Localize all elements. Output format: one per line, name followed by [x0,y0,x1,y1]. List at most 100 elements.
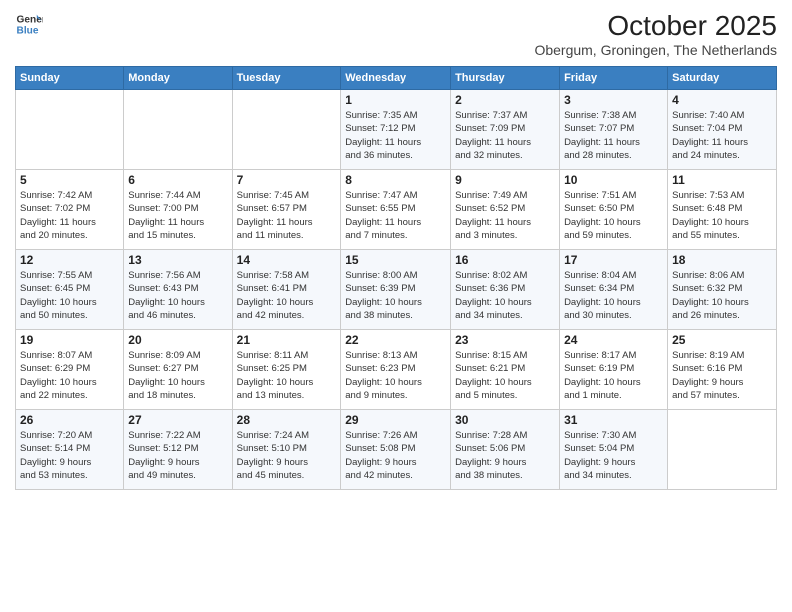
day-info: Sunrise: 7:44 AM Sunset: 7:00 PM Dayligh… [128,189,227,242]
day-number: 21 [237,333,337,347]
calendar-cell: 28Sunrise: 7:24 AM Sunset: 5:10 PM Dayli… [232,410,341,490]
calendar-cell: 24 Sunrise: 8:17 AM Sunset: 6:19 PM Dayli… [560,330,668,410]
calendar-week-5: 26Sunrise: 7:20 AM Sunset: 5:14 PM Dayli… [16,410,777,490]
calendar-cell [16,90,124,170]
calendar-cell: 7 Sunrise: 7:45 AM Sunset: 6:57 PM Daylig… [232,170,341,250]
day-info: Sunrise: 7:22 AM Sunset: 5:12 PM Dayligh… [128,429,227,482]
day-info: Sunrise: 7:53 AM Sunset: 6:48 PM Dayligh… [672,189,772,242]
calendar-header-row: SundayMondayTuesdayWednesdayThursdayFrid… [16,67,777,90]
day-number: 1 [345,93,446,107]
day-info: Sunrise: 7:28 AM Sunset: 5:06 PM Dayligh… [455,429,555,482]
logo: General Blue [15,10,43,38]
day-number: 14 [237,253,337,267]
header: General Blue October 2025 Obergum, Groni… [15,10,777,58]
day-info: Sunrise: 7:26 AM Sunset: 5:08 PM Dayligh… [345,429,446,482]
day-number: 12 [20,253,119,267]
calendar-cell: 17 Sunrise: 8:04 AM Sunset: 6:34 PM Dayli… [560,250,668,330]
subtitle: Obergum, Groningen, The Netherlands [534,42,777,58]
header-cell-saturday: Saturday [668,67,777,90]
day-info: Sunrise: 7:38 AM Sunset: 7:07 PM Dayligh… [564,109,663,162]
header-cell-monday: Monday [124,67,232,90]
day-info: Sunrise: 8:11 AM Sunset: 6:25 PM Dayligh… [237,349,337,402]
header-cell-wednesday: Wednesday [341,67,451,90]
day-info: Sunrise: 8:09 AM Sunset: 6:27 PM Dayligh… [128,349,227,402]
calendar-cell: 9Sunrise: 7:49 AM Sunset: 6:52 PM Daylig… [451,170,560,250]
title-block: October 2025 Obergum, Groningen, The Net… [534,10,777,58]
day-number: 8 [345,173,446,187]
day-number: 3 [564,93,663,107]
day-info: Sunrise: 7:47 AM Sunset: 6:55 PM Dayligh… [345,189,446,242]
calendar-cell: 18Sunrise: 8:06 AM Sunset: 6:32 PM Dayli… [668,250,777,330]
day-number: 7 [237,173,337,187]
logo-icon: General Blue [15,10,43,38]
day-number: 23 [455,333,555,347]
day-number: 15 [345,253,446,267]
day-number: 17 [564,253,663,267]
day-number: 30 [455,413,555,427]
day-number: 24 [564,333,663,347]
day-info: Sunrise: 8:07 AM Sunset: 6:29 PM Dayligh… [20,349,119,402]
calendar-week-3: 12 Sunrise: 7:55 AM Sunset: 6:45 PM Dayli… [16,250,777,330]
day-info: Sunrise: 7:40 AM Sunset: 7:04 PM Dayligh… [672,109,772,162]
calendar-cell: 30 Sunrise: 7:28 AM Sunset: 5:06 PM Dayli… [451,410,560,490]
day-number: 29 [345,413,446,427]
day-info: Sunrise: 7:24 AM Sunset: 5:10 PM Dayligh… [237,429,337,482]
svg-text:Blue: Blue [17,25,39,36]
calendar-cell: 3 Sunrise: 7:38 AM Sunset: 7:07 PM Daylig… [560,90,668,170]
calendar-cell: 16Sunrise: 8:02 AM Sunset: 6:36 PM Dayli… [451,250,560,330]
calendar-cell [124,90,232,170]
calendar-cell: 22Sunrise: 8:13 AM Sunset: 6:23 PM Dayli… [341,330,451,410]
day-info: Sunrise: 7:35 AM Sunset: 7:12 PM Dayligh… [345,109,446,162]
day-number: 11 [672,173,772,187]
calendar-cell: 11 Sunrise: 7:53 AM Sunset: 6:48 PM Dayli… [668,170,777,250]
day-number: 13 [128,253,227,267]
calendar-week-2: 5 Sunrise: 7:42 AM Sunset: 7:02 PM Daylig… [16,170,777,250]
calendar-cell: 2Sunrise: 7:37 AM Sunset: 7:09 PM Daylig… [451,90,560,170]
header-cell-thursday: Thursday [451,67,560,90]
calendar-week-1: 1 Sunrise: 7:35 AM Sunset: 7:12 PM Daylig… [16,90,777,170]
day-number: 31 [564,413,663,427]
calendar-cell: 4 Sunrise: 7:40 AM Sunset: 7:04 PM Daylig… [668,90,777,170]
calendar-cell: 23Sunrise: 8:15 AM Sunset: 6:21 PM Dayli… [451,330,560,410]
calendar-cell: 26Sunrise: 7:20 AM Sunset: 5:14 PM Dayli… [16,410,124,490]
svg-text:General: General [17,14,43,25]
day-info: Sunrise: 7:51 AM Sunset: 6:50 PM Dayligh… [564,189,663,242]
day-number: 16 [455,253,555,267]
header-cell-friday: Friday [560,67,668,90]
calendar-cell: 12 Sunrise: 7:55 AM Sunset: 6:45 PM Dayli… [16,250,124,330]
calendar-cell: 1 Sunrise: 7:35 AM Sunset: 7:12 PM Daylig… [341,90,451,170]
day-number: 2 [455,93,555,107]
day-number: 9 [455,173,555,187]
day-info: Sunrise: 8:00 AM Sunset: 6:39 PM Dayligh… [345,269,446,322]
calendar-cell: 5 Sunrise: 7:42 AM Sunset: 7:02 PM Daylig… [16,170,124,250]
calendar-body: 1 Sunrise: 7:35 AM Sunset: 7:12 PM Daylig… [16,90,777,490]
calendar-cell: 13 Sunrise: 7:56 AM Sunset: 6:43 PM Dayli… [124,250,232,330]
day-info: Sunrise: 8:17 AM Sunset: 6:19 PM Dayligh… [564,349,663,402]
calendar-cell: 31 Sunrise: 7:30 AM Sunset: 5:04 PM Dayli… [560,410,668,490]
header-cell-tuesday: Tuesday [232,67,341,90]
calendar-cell: 20 Sunrise: 8:09 AM Sunset: 6:27 PM Dayli… [124,330,232,410]
day-number: 10 [564,173,663,187]
day-info: Sunrise: 7:42 AM Sunset: 7:02 PM Dayligh… [20,189,119,242]
day-info: Sunrise: 7:45 AM Sunset: 6:57 PM Dayligh… [237,189,337,242]
calendar-cell: 29 Sunrise: 7:26 AM Sunset: 5:08 PM Dayli… [341,410,451,490]
calendar-cell: 8 Sunrise: 7:47 AM Sunset: 6:55 PM Daylig… [341,170,451,250]
calendar-cell: 25Sunrise: 8:19 AM Sunset: 6:16 PM Dayli… [668,330,777,410]
day-info: Sunrise: 7:30 AM Sunset: 5:04 PM Dayligh… [564,429,663,482]
day-info: Sunrise: 7:55 AM Sunset: 6:45 PM Dayligh… [20,269,119,322]
day-info: Sunrise: 8:04 AM Sunset: 6:34 PM Dayligh… [564,269,663,322]
calendar-cell: 21 Sunrise: 8:11 AM Sunset: 6:25 PM Dayli… [232,330,341,410]
calendar-cell [232,90,341,170]
day-number: 25 [672,333,772,347]
day-number: 27 [128,413,227,427]
day-number: 20 [128,333,227,347]
calendar-cell: 10 Sunrise: 7:51 AM Sunset: 6:50 PM Dayli… [560,170,668,250]
calendar-cell: 27 Sunrise: 7:22 AM Sunset: 5:12 PM Dayli… [124,410,232,490]
day-number: 6 [128,173,227,187]
day-info: Sunrise: 7:20 AM Sunset: 5:14 PM Dayligh… [20,429,119,482]
day-info: Sunrise: 7:56 AM Sunset: 6:43 PM Dayligh… [128,269,227,322]
day-info: Sunrise: 8:13 AM Sunset: 6:23 PM Dayligh… [345,349,446,402]
calendar-cell: 19Sunrise: 8:07 AM Sunset: 6:29 PM Dayli… [16,330,124,410]
day-number: 4 [672,93,772,107]
day-number: 5 [20,173,119,187]
